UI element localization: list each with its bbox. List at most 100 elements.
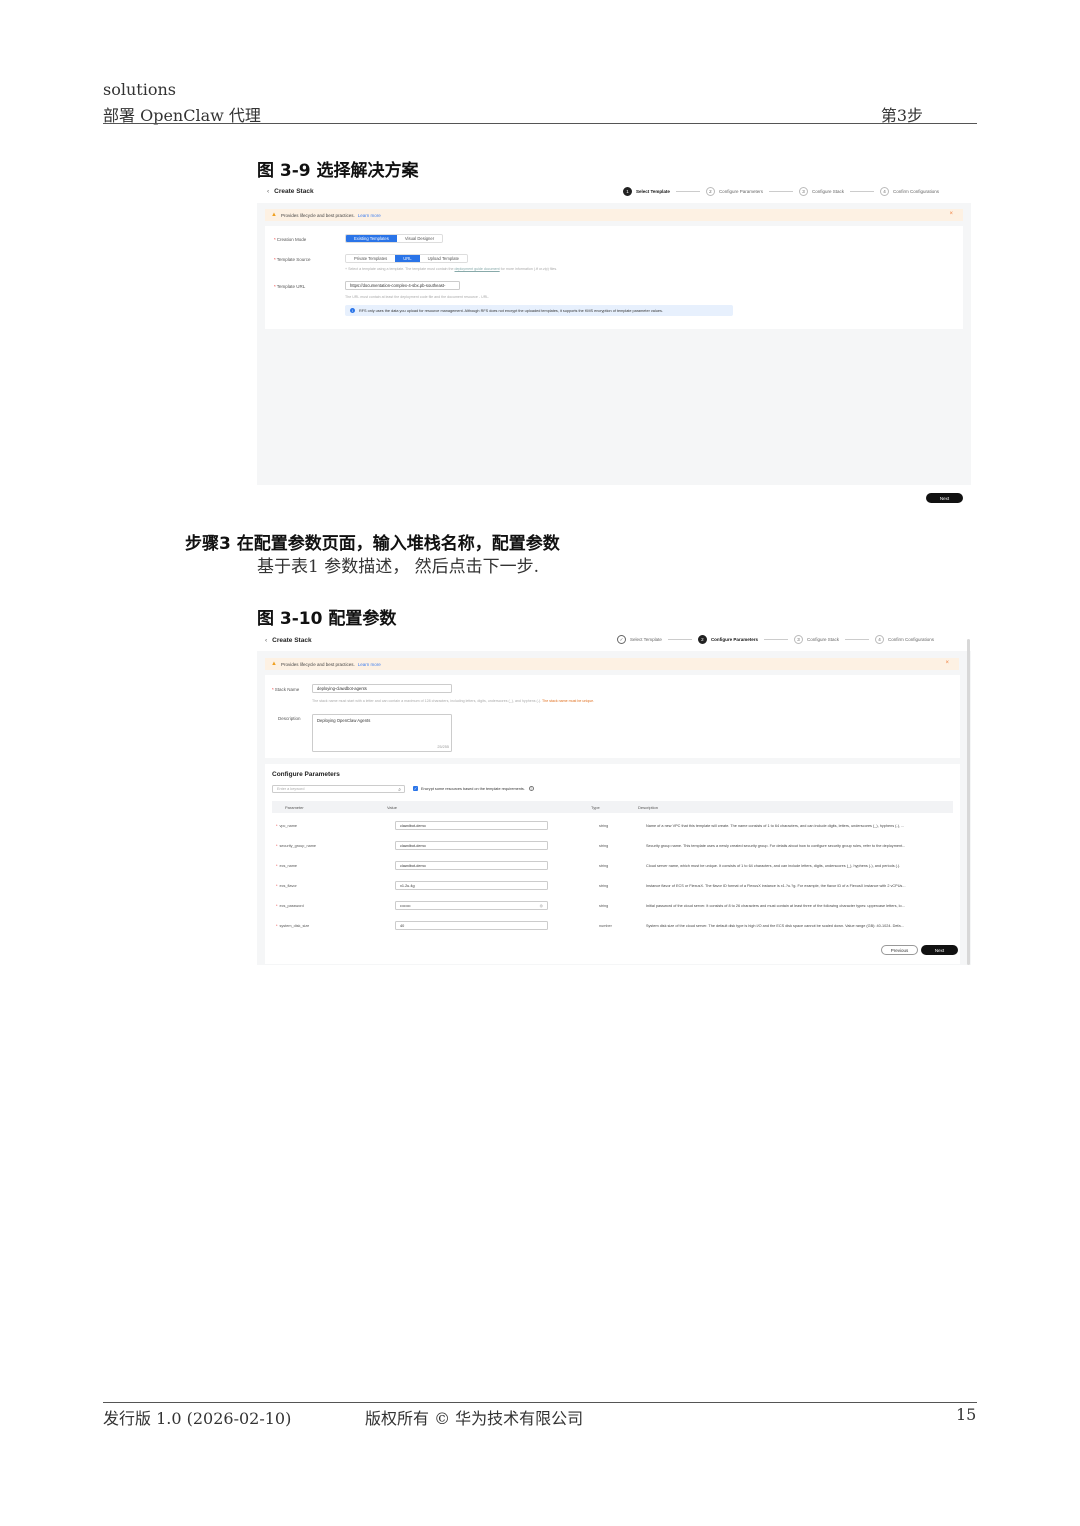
scrollbar[interactable] (967, 639, 970, 965)
param-name: * ecs_password (276, 904, 304, 908)
template-url-label: *Template URL (274, 284, 306, 289)
col-parameter: Parameter (285, 804, 304, 810)
param-type: string (599, 884, 609, 888)
param-type: number (599, 924, 612, 928)
footer-bar (257, 485, 971, 511)
param-value-input[interactable]: •••••••• ◎ (395, 901, 548, 910)
step-heading: 步骤3 在配置参数页面，输入堆栈名称，配置参数 (185, 534, 560, 554)
learn-more-link[interactable]: Learn more (358, 662, 381, 667)
step-label: Configure Stack (806, 637, 839, 642)
warning-icon: ▲ (271, 661, 277, 667)
parameters-card: Configure Parameters Enter a keyword ⌕ ✓… (265, 764, 960, 964)
next-button[interactable]: Next (926, 493, 963, 503)
info-text: RFS only uses the data you upload for re… (359, 308, 663, 313)
stack-name-input[interactable]: deploying-clawdbot-agents (312, 684, 452, 693)
description-textarea[interactable]: Deploying OpenClaw Agents 25/255 (312, 714, 452, 752)
stack-name-label: *Stack Name (272, 687, 300, 692)
step-2: 2 Configure Parameters (697, 635, 758, 644)
stack-name-hint: The stack name must start with a letter … (312, 699, 595, 703)
doc-title: solutions (103, 80, 176, 99)
param-description: Security group name. This template uses … (646, 844, 906, 848)
step-label: Confirm Configurations (893, 189, 940, 194)
step-number: 3 (793, 635, 803, 644)
table-row: * security_group_name clawdbot-demo strin… (272, 837, 953, 857)
param-description: Cloud server name, which must be unique.… (646, 864, 901, 868)
step-number: 4 (874, 635, 884, 644)
template-url-input[interactable]: https://documentation-complex-4-sbx.pb-s… (345, 281, 460, 290)
check-icon: ✓ (617, 635, 626, 644)
param-description: System disk size of the cloud server. Th… (646, 924, 904, 928)
page-title: Create Stack (274, 188, 314, 195)
step-4: 4 Confirm Configurations (880, 187, 939, 196)
step-connector (768, 191, 793, 192)
param-name: * vpc_name (276, 824, 298, 828)
encrypt-checkbox[interactable]: ✓ Encrypt some resources based on the te… (413, 786, 534, 791)
encrypt-label: Encrypt some resources based on the temp… (421, 786, 525, 791)
eye-off-icon[interactable]: ◎ (540, 903, 543, 908)
step-3: 3 Configure Stack (798, 187, 844, 196)
table-row: * ecs_name clawdbot-demo string Cloud ser… (272, 857, 953, 877)
param-description: Name of a new VPC that this template wil… (646, 824, 905, 828)
back-button[interactable]: ‹ Create Stack (265, 637, 312, 644)
copyright: 版权所有 © 华为技术有限公司 (365, 1409, 584, 1428)
step-label: Configure Parameters (718, 189, 763, 194)
step-number: 4 (880, 187, 889, 196)
stack-info-card: *Stack Name deploying-clawdbot-agents Th… (265, 675, 960, 758)
figure-caption: 图 3-10 配置参数 (257, 609, 397, 629)
visual-designer-option[interactable]: Visual Designer (396, 235, 443, 242)
step-label: Configure Stack (811, 189, 844, 194)
step-label: Configure Parameters (710, 637, 758, 642)
info-banner: i RFS only uses the data you upload for … (345, 305, 733, 316)
param-name: * system_disk_size (276, 924, 310, 928)
back-button[interactable]: ‹ Create Stack (267, 188, 314, 195)
param-value-input[interactable]: clawdbot-demo (395, 841, 548, 850)
param-value-input[interactable]: clawdbot-demo (395, 861, 548, 870)
creation-mode-label: *Creation Mode (274, 237, 307, 242)
upload-template-option[interactable]: Upload Template (419, 255, 467, 262)
page-title: Create Stack (272, 637, 312, 644)
param-type: string (599, 904, 609, 908)
notice-text: Provides lifecycle and best practices. (280, 661, 355, 667)
next-button[interactable]: Next (921, 945, 958, 955)
step-label: Confirm Configurations (887, 637, 935, 642)
section-title: Configure Parameters (272, 771, 340, 778)
source-hint: + Select a template using a template. Th… (345, 267, 558, 271)
creation-mode-toggle: Existing Templates Visual Designer (345, 234, 444, 243)
notice-text: Provides lifecycle and best practices. (280, 212, 355, 218)
screenshot-select-template: ‹ Create Stack 1 Select Template 2 Configur… (257, 183, 971, 511)
existing-templates-option[interactable]: Existing Templates (346, 235, 397, 242)
previous-button[interactable]: Previous (881, 945, 918, 955)
step-connector (850, 191, 874, 192)
notice-banner: ▲ Provides lifecycle and best practices.… (265, 209, 963, 221)
param-value-input[interactable]: 40 (395, 921, 548, 930)
template-source-toggle: Private Templates URL Upload Template (345, 254, 468, 263)
page-number: 15 (956, 1405, 977, 1424)
private-templates-option[interactable]: Private Templates (346, 255, 396, 262)
step-1: 1 Select Template (623, 187, 670, 196)
search-input[interactable]: Enter a keyword ⌕ (272, 785, 405, 793)
close-icon[interactable]: × (945, 660, 949, 666)
stepper: 1 Select Template 2 Configure Parameters 3… (623, 187, 939, 196)
figure-caption: 图 3-9 选择解决方案 (257, 161, 419, 181)
url-option[interactable]: URL (395, 255, 420, 262)
step-number: 2 (705, 187, 715, 196)
param-value-input[interactable]: x1.2u.4g (395, 881, 548, 890)
step-3: 3 Configure Stack (793, 635, 839, 644)
step-1: ✓ Select Template (617, 635, 662, 644)
step-number: 2 (697, 635, 707, 644)
close-icon[interactable]: × (949, 211, 953, 217)
col-description: Description (638, 804, 659, 810)
step-number: 3 (798, 187, 808, 196)
step-label: Select Template (630, 637, 662, 642)
step-4: 4 Confirm Configurations (874, 635, 935, 644)
step-connector (675, 191, 700, 192)
screenshot-configure-parameters: ‹ Create Stack ✓ Select Template 2 Configur… (257, 631, 971, 965)
step-2: 2 Configure Parameters (705, 187, 763, 196)
param-type: string (599, 824, 609, 828)
param-name: * ecs_flavor (276, 884, 297, 888)
param-name: * ecs_name (276, 864, 298, 868)
help-icon[interactable]: ? (528, 786, 534, 791)
learn-more-link[interactable]: Learn more (358, 213, 381, 218)
info-icon: i (350, 308, 355, 313)
param-value-input[interactable]: clawdbot-demo (395, 821, 548, 830)
